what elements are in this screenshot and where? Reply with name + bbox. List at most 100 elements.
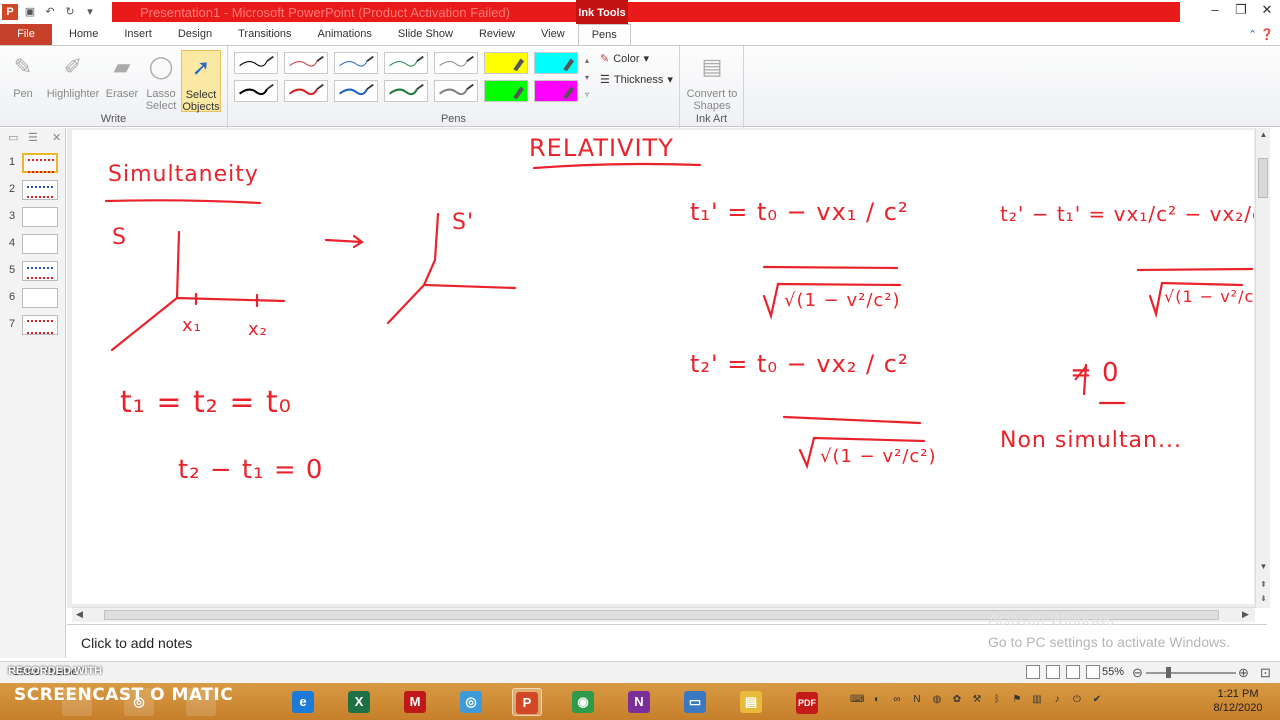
slide-thumbnail[interactable] (22, 261, 58, 281)
clock[interactable]: 1:21 PM 8/12/2020 (1208, 687, 1268, 715)
highlighter-button[interactable]: ✐ Highlighter (44, 50, 102, 100)
pen-swatch[interactable] (334, 52, 378, 74)
pen-button[interactable]: ✎ Pen (3, 50, 43, 100)
ink-eq-difference[interactable]: t₂ − t₁ = 0 (178, 455, 323, 485)
scroll-down-icon[interactable]: ▼ (1256, 562, 1271, 571)
tab-design[interactable]: Design (165, 24, 225, 45)
flag-icon[interactable]: ⚑ (1010, 693, 1024, 707)
onenote-icon[interactable]: N (624, 688, 654, 716)
remote-desktop-icon[interactable]: ▭ (680, 688, 710, 716)
pen-swatch[interactable] (384, 80, 428, 102)
select-objects-button[interactable]: ➚ Select Objects (181, 50, 221, 113)
ink-frame-s[interactable]: S (112, 225, 127, 250)
scroll-right-icon[interactable]: ▶ (1242, 609, 1249, 620)
ink-eq-t1-prime-den[interactable]: √(1 − v²/c²) (784, 290, 901, 311)
powerpoint-icon[interactable]: P (512, 688, 542, 716)
normal-view-icon[interactable] (1026, 665, 1040, 679)
tray-app-icon[interactable]: ◐ (870, 693, 884, 707)
vertical-scroll-thumb[interactable] (1258, 158, 1268, 198)
scroll-left-icon[interactable]: ◀ (76, 609, 83, 620)
ink-eq-t2-prime-den[interactable]: √(1 − v²/c²) (820, 446, 937, 467)
zoom-in-icon[interactable]: ⊕ (1238, 665, 1249, 681)
color-dropdown[interactable]: ✎ Color ▾ (600, 52, 649, 66)
pdf-icon[interactable]: PDF (792, 688, 822, 716)
file-explorer-icon[interactable]: ▤ (736, 688, 766, 716)
slide-thumbnail-row[interactable]: 3 (0, 204, 65, 231)
onenote-tray-icon[interactable]: N (910, 693, 924, 707)
zoom-out-icon[interactable]: ⊖ (1132, 665, 1143, 681)
slide-thumbnail[interactable] (22, 153, 58, 173)
pen-swatch[interactable] (534, 52, 578, 74)
ink-frame-s-prime[interactable]: S' (452, 210, 474, 235)
screencast-o-icon[interactable]: ◎ (124, 688, 154, 716)
tab-animations[interactable]: Animations (305, 24, 385, 45)
zoom-slider-thumb[interactable] (1166, 667, 1171, 678)
powerpoint-logo-icon[interactable]: P (2, 4, 18, 20)
slide-canvas[interactable]: RELATIVITY Simultaneity S S' x₁ x₂ t₁ = t₂ = t… (72, 130, 1254, 604)
security-icon[interactable]: ✔ (1090, 693, 1104, 707)
power-icon[interactable]: ⏻ (1070, 693, 1084, 707)
redo-icon[interactable]: ↻ (62, 4, 78, 20)
pen-swatch[interactable] (484, 52, 528, 74)
close-icon[interactable]: ✕ (1254, 0, 1280, 20)
network-icon[interactable]: ▥ (1030, 693, 1044, 707)
tab-pens[interactable]: Pens (577, 24, 631, 45)
tray-app3-icon[interactable]: ✿ (950, 693, 964, 707)
undo-icon[interactable]: ↶ (42, 4, 58, 20)
slide-thumbnail[interactable] (22, 234, 58, 254)
excel-icon[interactable]: X (344, 688, 374, 716)
ink-x2[interactable]: x₂ (248, 319, 268, 340)
chrome-icon[interactable]: ◉ (568, 688, 598, 716)
ink-not-zero[interactable]: ≠ 0 (1070, 358, 1120, 388)
pen-swatch[interactable] (484, 80, 528, 102)
help-icon[interactable]: ⌃ ❓ (1248, 28, 1274, 41)
pen-swatch[interactable] (434, 52, 478, 74)
minimize-icon[interactable]: – (1202, 0, 1228, 20)
tab-view[interactable]: View (528, 24, 578, 45)
tab-home[interactable]: Home (56, 24, 111, 45)
zoom-level[interactable]: 55% (1102, 666, 1124, 678)
tab-insert[interactable]: Insert (111, 24, 165, 45)
slide-thumbnail[interactable] (22, 207, 58, 227)
ink-eq-diff-den[interactable]: √(1 − v²/c²) (1164, 287, 1254, 306)
screencast-icon[interactable]: ◎ (456, 688, 486, 716)
slides-tab-icon[interactable]: ▭ (8, 131, 18, 144)
pen-swatch[interactable] (284, 52, 328, 74)
ink-eq-t2-prime[interactable]: t₂' = t₀ − vx₂ / c² (690, 350, 909, 378)
pen-swatch[interactable] (384, 52, 428, 74)
lasso-select-button[interactable]: ◯ Lasso Select (141, 50, 181, 112)
ink-simultaneity[interactable]: Simultaneity (108, 162, 259, 187)
restore-icon[interactable]: ❐ (1228, 0, 1254, 20)
tab-file[interactable]: File (0, 24, 52, 45)
slide-show-view-icon[interactable] (1086, 665, 1100, 679)
scroll-up-icon[interactable]: ▲ (1256, 130, 1271, 139)
keyboard-icon[interactable]: ⌨ (850, 693, 864, 707)
fit-slide-icon[interactable]: ⊡ (1260, 665, 1271, 681)
link-icon[interactable]: ∞ (890, 693, 904, 707)
next-slide-icon[interactable]: ⇟ (1256, 594, 1271, 603)
slide-thumbnail-row[interactable]: 5 (0, 258, 65, 285)
zoom-slider[interactable] (1146, 672, 1236, 674)
tray-app2-icon[interactable]: ◍ (930, 693, 944, 707)
pen-swatch[interactable] (234, 52, 278, 74)
pen-swatch[interactable] (234, 80, 278, 102)
thickness-dropdown[interactable]: ☰ Thickness ▾ (600, 73, 673, 87)
ie-icon[interactable]: e (288, 688, 318, 716)
ink-title[interactable]: RELATIVITY (529, 134, 674, 162)
slide-thumbnail-row[interactable]: 2 (0, 177, 65, 204)
slide-thumbnail[interactable] (22, 315, 58, 335)
bluetooth-icon[interactable]: ᛒ (990, 693, 1004, 707)
pen-swatch[interactable] (534, 80, 578, 102)
tab-transitions[interactable]: Transitions (225, 24, 304, 45)
outline-tab-icon[interactable]: ☰ (28, 131, 38, 144)
mcafee-icon[interactable]: M (400, 688, 430, 716)
powerpoint-left-icon[interactable] (186, 688, 216, 716)
slide-thumbnail-row[interactable]: 1 (0, 150, 65, 177)
tab-slide-show[interactable]: Slide Show (385, 24, 466, 45)
ink-x1[interactable]: x₁ (182, 315, 202, 336)
slide-thumbnail-row[interactable]: 7 (0, 312, 65, 339)
vertical-scrollbar[interactable]: ▲ ▼ ⇞ ⇟ (1255, 128, 1270, 608)
pen-swatch[interactable] (334, 80, 378, 102)
customize-qat-icon[interactable]: ▾ (82, 4, 98, 20)
slide-thumbnail[interactable] (22, 288, 58, 308)
